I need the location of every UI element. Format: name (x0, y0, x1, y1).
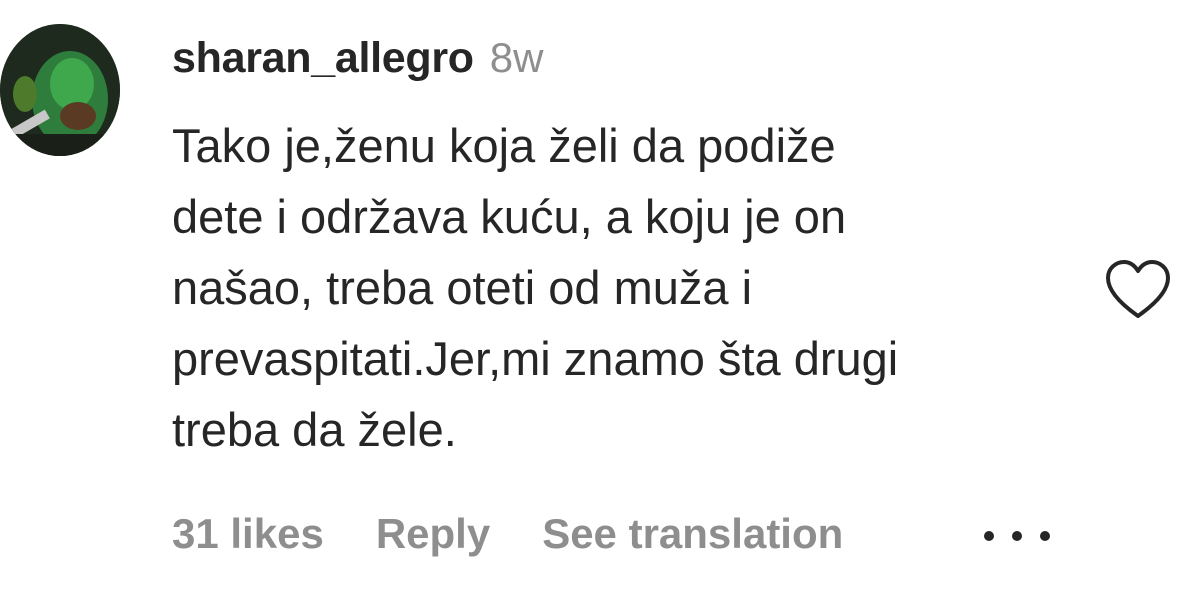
comment-actions: 31 likes Reply See translation (172, 510, 843, 558)
timestamp[interactable]: 8w (490, 34, 544, 82)
see-translation-link[interactable]: See translation (542, 510, 843, 558)
reply-button[interactable]: Reply (376, 510, 490, 558)
avatar-image (0, 24, 120, 156)
more-dot (1040, 531, 1050, 541)
heart-outline-icon[interactable] (1104, 258, 1172, 320)
comment: sharan_allegro 8w Tako je,ženu koja želi… (172, 34, 1072, 465)
more-dot (1012, 531, 1022, 541)
more-options-icon[interactable] (984, 526, 1050, 546)
avatar[interactable] (0, 24, 120, 156)
likes-count[interactable]: 31 likes (172, 510, 324, 558)
comment-text: Tako je,ženu koja želi da podiže dete i … (172, 119, 899, 456)
more-dot (984, 531, 994, 541)
username[interactable]: sharan_allegro (172, 34, 474, 83)
comment-header: sharan_allegro 8w (172, 34, 1072, 98)
